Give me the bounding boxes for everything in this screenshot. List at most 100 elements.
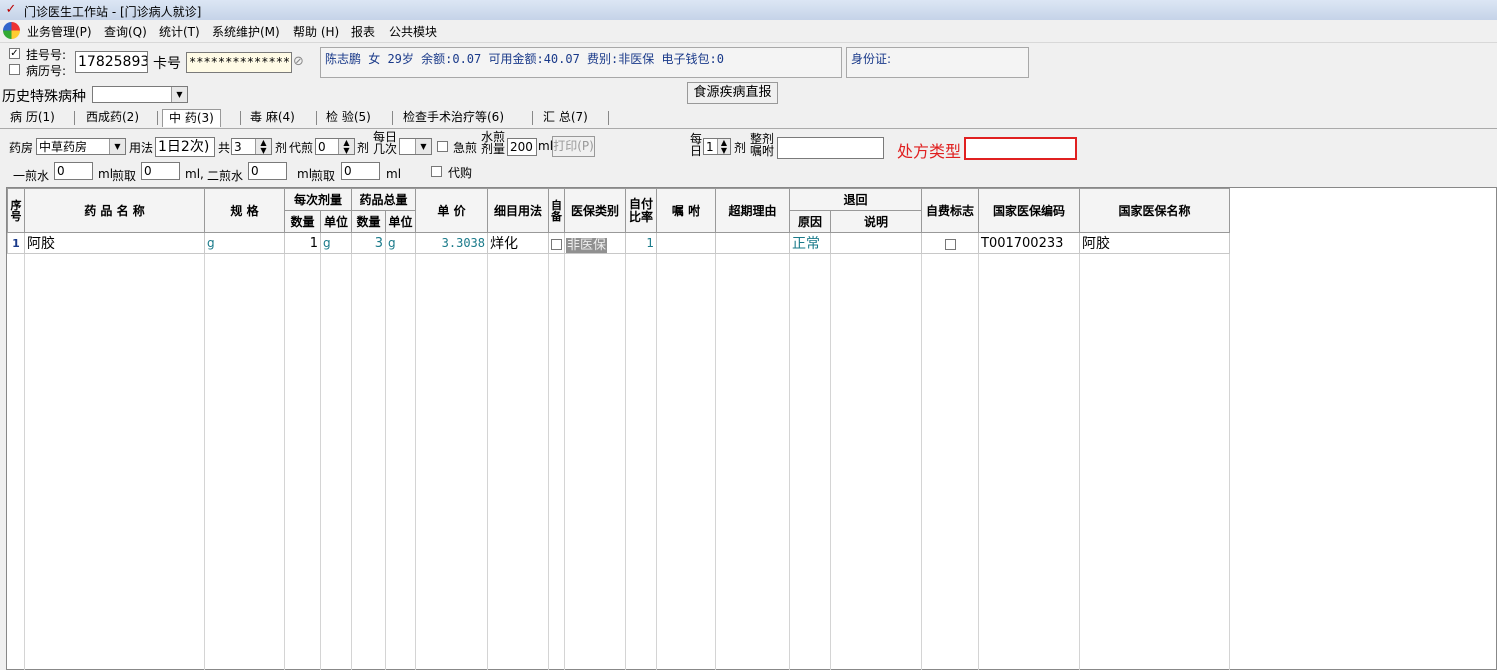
- decoct-stepper[interactable]: 0 ▲ ▼: [315, 138, 355, 155]
- col-spec: 规 格: [204, 188, 285, 233]
- proxy-purchase-label: 代购: [448, 166, 473, 180]
- cell-unit: g: [320, 232, 352, 254]
- menu-system[interactable]: 系统维护(M): [212, 23, 280, 40]
- print-button[interactable]: 打印(P): [552, 136, 595, 157]
- tab-lab-test[interactable]: 检 验(5): [320, 109, 377, 126]
- grid-line: [978, 254, 979, 670]
- menu-reports[interactable]: 报表: [351, 23, 375, 40]
- reg-no-checkbox[interactable]: ✓: [9, 48, 20, 59]
- title-bar: ✓ 门诊医生工作站 - [门诊病人就诊]: [0, 0, 1497, 21]
- cell-usage[interactable]: 烊化: [487, 232, 549, 254]
- spin-arrows-icon[interactable]: ▲ ▼: [717, 139, 730, 154]
- col-per-dose-qty: 数量: [284, 210, 321, 233]
- cell-qty2[interactable]: 3: [351, 232, 386, 254]
- proxy-purchase-checkbox[interactable]: [431, 166, 442, 177]
- urgent-label: 急煎: [453, 141, 478, 155]
- tab-western-medicine[interactable]: 西成药(2): [80, 109, 145, 126]
- second-water-input[interactable]: 0: [248, 162, 287, 180]
- grid-line: [789, 254, 790, 670]
- water-dose-input[interactable]: 200: [507, 138, 537, 156]
- first-water-unit: ml: [98, 167, 114, 181]
- cell-over-reason[interactable]: [715, 232, 790, 254]
- spin-arrows-icon[interactable]: ▲ ▼: [338, 139, 354, 154]
- reg-no-input[interactable]: 17825893: [75, 51, 148, 73]
- pharmacy-value: 中草药房: [39, 140, 88, 154]
- col-total-qty-qty: 数量: [351, 210, 386, 233]
- col-total-qty-unit: 单位: [385, 210, 416, 233]
- app-logo-icon: [3, 22, 20, 39]
- history-disease-label: 历史特殊病种: [2, 89, 86, 105]
- rx-type-input[interactable]: [964, 137, 1077, 160]
- cell-self-prepared[interactable]: [548, 232, 565, 254]
- urgent-checkbox[interactable]: [437, 141, 448, 152]
- second-water-unit: ml: [297, 167, 313, 181]
- col-seq: 序号: [7, 188, 25, 233]
- col-total-qty: 药品总量: [351, 188, 416, 211]
- grid-line: [487, 254, 488, 670]
- tab-exam-surgery[interactable]: 检查手术治疗等(6): [397, 109, 510, 126]
- water-dose-label: 水煎 剂量: [481, 130, 506, 156]
- cell-drug-name[interactable]: 阿胶: [24, 232, 205, 254]
- col-insurance-type: 医保类别: [564, 188, 626, 233]
- tab-separator: [392, 111, 393, 125]
- cell-refund-desc[interactable]: [830, 232, 922, 254]
- second-take-label: 煎取: [311, 169, 336, 183]
- drug-grid: 序号 药 品 名 称 规 格 每次剂量 药品总量 单 价 细目用法 自备 医保类…: [6, 187, 1497, 670]
- cell-spec: g: [204, 232, 285, 254]
- cell-self-pay-flag[interactable]: [921, 232, 979, 254]
- cell-refund-reason[interactable]: 正常: [789, 232, 831, 254]
- grid-line: [830, 254, 831, 670]
- card-reader-icon[interactable]: ⊘: [293, 54, 309, 70]
- col-refund: 退回: [789, 188, 922, 211]
- cell-qty[interactable]: 1: [284, 232, 321, 254]
- col-national-code: 国家医保编码: [978, 188, 1080, 233]
- first-take-input[interactable]: 0: [141, 162, 180, 180]
- second-take-unit: ml: [386, 167, 402, 181]
- first-take-label: 煎取: [112, 169, 137, 183]
- history-disease-select[interactable]: ▼: [92, 86, 188, 103]
- first-water-input[interactable]: 0: [54, 162, 93, 180]
- patient-info-box: 陈志鹏 女 29岁 余额:0.07 可用金额:40.07 费别:非医保 电子钱包…: [320, 47, 842, 78]
- grid-line: [548, 254, 549, 670]
- water-dose-unit: ml: [538, 139, 554, 153]
- tab-separator: [240, 111, 241, 125]
- cell-insurance-type: 非医保: [564, 232, 626, 254]
- report-disease-button[interactable]: 食源疾病直报: [687, 82, 778, 104]
- card-no-input[interactable]: **************: [186, 52, 292, 73]
- menu-statistics[interactable]: 统计(T): [159, 23, 200, 40]
- tab-separator: [608, 111, 609, 125]
- table-row[interactable]: 1 阿胶 g 1 g 3 g 3.3038 烊化 非医保 1 正常 T00170…: [7, 232, 1230, 254]
- total-dose-stepper[interactable]: 3 ▲ ▼: [231, 138, 272, 155]
- menu-query[interactable]: 查询(Q): [104, 23, 147, 40]
- per-day-unit: 剂: [734, 141, 747, 155]
- cell-national-code: T001700233: [978, 232, 1080, 254]
- cell-national-name: 阿胶: [1079, 232, 1230, 254]
- prescription-panel: 药房 中草药房 ▼ 用法 1日2次) 共 3 ▲ ▼ 剂 代煎 0 ▲ ▼ 剂 每日…: [0, 128, 1497, 184]
- per-day-stepper[interactable]: 1 ▲ ▼: [703, 138, 731, 155]
- tab-narcotics[interactable]: 毒 麻(4): [244, 109, 301, 126]
- self-pay-flag-checkbox[interactable]: [944, 239, 956, 250]
- tab-summary[interactable]: 汇 总(7): [537, 109, 594, 126]
- menu-business[interactable]: 业务管理(P): [27, 23, 92, 40]
- tab-chinese-medicine[interactable]: 中 药(3): [162, 109, 221, 127]
- usage-input[interactable]: 1日2次): [155, 137, 215, 157]
- case-no-checkbox[interactable]: [9, 64, 20, 75]
- grid-line: [415, 254, 416, 670]
- second-water-label: 二煎水: [207, 169, 244, 183]
- cell-price: 3.3038: [415, 232, 488, 254]
- tab-case[interactable]: 病 历(1): [4, 109, 61, 126]
- cell-note[interactable]: [656, 232, 716, 254]
- spin-arrows-icon[interactable]: ▲ ▼: [255, 139, 271, 154]
- daily-times-select[interactable]: ▼: [399, 138, 432, 155]
- second-take-input[interactable]: 0: [341, 162, 380, 180]
- tab-separator: [74, 111, 75, 125]
- pharmacy-select[interactable]: 中草药房 ▼: [36, 138, 126, 155]
- insurance-type-badge: 非医保: [566, 237, 608, 253]
- menu-public[interactable]: 公共模块: [389, 23, 437, 40]
- total-unit: 剂: [275, 141, 288, 155]
- self-prepared-checkbox[interactable]: [551, 239, 562, 250]
- col-price: 单 价: [415, 188, 488, 233]
- note-input[interactable]: [777, 137, 884, 159]
- menu-help[interactable]: 帮助 (H): [293, 23, 339, 40]
- decoct-label: 代煎: [289, 141, 314, 155]
